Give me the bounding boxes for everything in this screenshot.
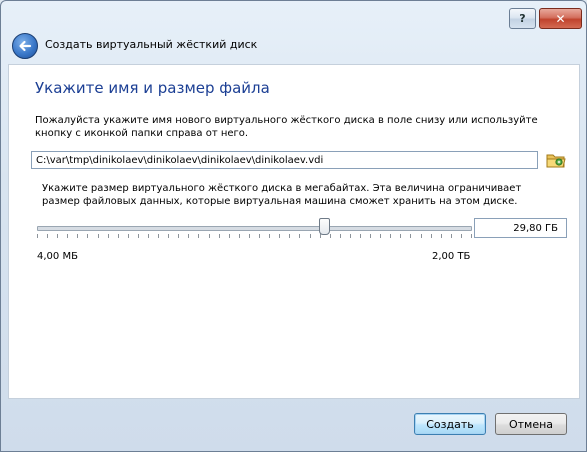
slider-tick bbox=[178, 234, 179, 238]
slider-tick bbox=[310, 234, 311, 238]
slider-tick bbox=[219, 234, 220, 238]
slider-tick bbox=[441, 234, 442, 238]
slider-tick bbox=[168, 234, 169, 238]
create-button[interactable]: Создать bbox=[414, 413, 486, 435]
slider-ticks bbox=[37, 234, 472, 238]
slider-tick bbox=[158, 234, 159, 238]
slider-tick bbox=[98, 234, 99, 238]
slider-tick bbox=[87, 234, 88, 238]
disk-path-input[interactable] bbox=[31, 151, 538, 169]
slider-tick bbox=[249, 234, 250, 238]
slider-tick bbox=[57, 234, 58, 238]
slider-max-label: 2,00 ТБ bbox=[432, 251, 471, 262]
disk-size-slider[interactable] bbox=[37, 215, 472, 241]
slider-tick bbox=[47, 234, 48, 238]
slider-tick bbox=[77, 234, 78, 238]
slider-tick bbox=[350, 234, 351, 238]
slider-tick bbox=[390, 234, 391, 238]
slider-tick bbox=[340, 234, 341, 238]
slider-min-label: 4,00 МБ bbox=[37, 251, 78, 262]
slider-tick bbox=[299, 234, 300, 238]
slider-thumb[interactable] bbox=[319, 218, 330, 235]
slider-tick bbox=[421, 234, 422, 238]
slider-tick bbox=[128, 234, 129, 238]
back-arrow-icon bbox=[19, 40, 32, 52]
slider-tick bbox=[330, 234, 331, 238]
help-icon: ? bbox=[519, 12, 526, 25]
slider-tick bbox=[198, 234, 199, 238]
cancel-button[interactable]: Отмена bbox=[495, 413, 567, 435]
slider-tick bbox=[148, 234, 149, 238]
help-button[interactable]: ? bbox=[509, 8, 536, 29]
slider-tick bbox=[461, 234, 462, 238]
slider-tick bbox=[410, 234, 411, 238]
dialog-title: Создать виртуальный жёсткий диск bbox=[45, 38, 258, 51]
slider-tick bbox=[239, 234, 240, 238]
slider-tick bbox=[67, 234, 68, 238]
back-button[interactable] bbox=[12, 33, 38, 59]
slider-tick bbox=[471, 234, 472, 238]
slider-tick bbox=[188, 234, 189, 238]
slider-tick bbox=[360, 234, 361, 238]
slider-tick bbox=[370, 234, 371, 238]
close-icon: ✕ bbox=[555, 11, 566, 26]
slider-tick bbox=[451, 234, 452, 238]
slider-tick bbox=[37, 234, 38, 238]
browse-folder-button[interactable] bbox=[545, 150, 567, 170]
slider-tick bbox=[431, 234, 432, 238]
page-description: Пожалуйста укажите имя нового виртуально… bbox=[35, 115, 538, 139]
dialog-window: ? ✕ Создать виртуальный жёсткий диск Ука… bbox=[0, 0, 587, 452]
slider-tick bbox=[229, 234, 230, 238]
slider-tick bbox=[269, 234, 270, 238]
slider-tick bbox=[209, 234, 210, 238]
disk-size-input[interactable] bbox=[474, 218, 567, 238]
size-description: Укажите размер виртуального жёсткого дис… bbox=[42, 183, 522, 207]
slider-tick bbox=[259, 234, 260, 238]
slider-tick bbox=[118, 234, 119, 238]
slider-tick bbox=[380, 234, 381, 238]
page-heading: Укажите имя и размер файла bbox=[35, 79, 270, 97]
slider-tick bbox=[289, 234, 290, 238]
slider-tick bbox=[400, 234, 401, 238]
slider-tick bbox=[279, 234, 280, 238]
wizard-page: Укажите имя и размер файла Пожалуйста ук… bbox=[8, 64, 580, 399]
close-button[interactable]: ✕ bbox=[539, 8, 582, 29]
slider-tick bbox=[108, 234, 109, 238]
folder-browse-icon bbox=[546, 154, 566, 168]
slider-track bbox=[37, 226, 472, 231]
slider-tick bbox=[138, 234, 139, 238]
